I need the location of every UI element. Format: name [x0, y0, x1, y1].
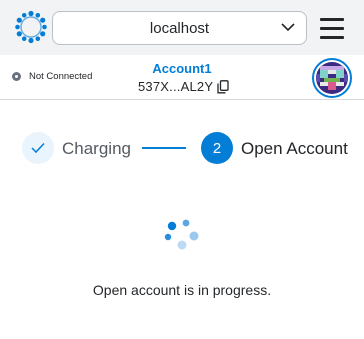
network-label: localhost [149, 19, 210, 37]
step-completed-marker [22, 132, 54, 164]
account-address: 537X...AL2Y [138, 79, 214, 94]
check-icon [31, 142, 45, 154]
step-label-open-account: Open Account [241, 139, 348, 158]
step-label-charging: Charging [62, 139, 131, 158]
progress-stepper: Charging 2 Open Account [0, 100, 364, 196]
account-name[interactable]: Account1 [0, 61, 364, 76]
app-header: localhost [0, 0, 364, 55]
account-bar: Not Connected Account1 537X...AL2Y [0, 55, 364, 100]
account-avatar[interactable] [312, 58, 352, 98]
step-active-marker: 2 [201, 132, 233, 164]
hamburger-menu-icon[interactable] [317, 13, 347, 43]
status-message: Open account is in progress. [92, 282, 272, 298]
copy-icon[interactable] [217, 79, 229, 94]
network-selector[interactable]: localhost [52, 11, 307, 45]
step-connector [142, 147, 186, 149]
identicon-avatar [316, 62, 348, 94]
ring-logo-icon[interactable] [14, 10, 48, 44]
chevron-down-icon [281, 23, 295, 32]
loading-spinner-icon [164, 219, 199, 250]
account-address-copy[interactable]: 537X...AL2Y [138, 79, 229, 94]
